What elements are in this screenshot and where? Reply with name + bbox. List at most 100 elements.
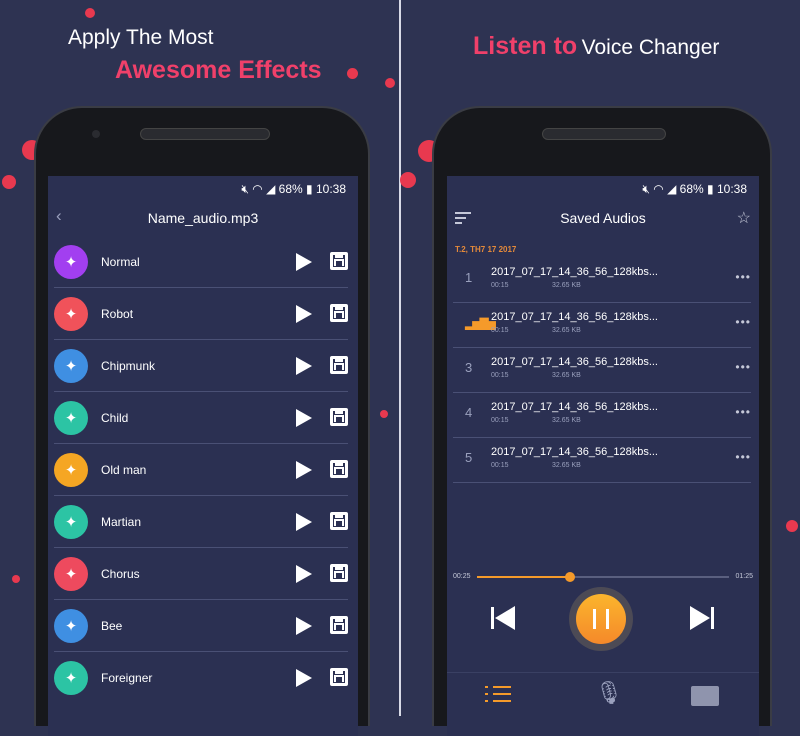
play-icon[interactable]	[296, 461, 312, 479]
effect-label: Robot	[101, 307, 134, 321]
star-icon[interactable]: ☆	[737, 208, 751, 228]
effect-row-old-man[interactable]: ✦ Old man	[54, 444, 348, 496]
more-options-icon[interactable]: •••	[735, 270, 751, 284]
save-icon[interactable]	[330, 460, 348, 478]
wifi-icon: ◠	[252, 182, 263, 196]
effect-label: Bee	[101, 619, 123, 633]
headline-rest: Voice Changer	[581, 36, 720, 59]
more-options-icon[interactable]: •••	[735, 360, 751, 374]
headline-line1: Apply The Most	[68, 26, 214, 49]
decor-dot	[400, 172, 416, 188]
audio-index: 4	[465, 405, 473, 420]
nav-divider	[447, 672, 759, 673]
row-divider	[453, 482, 751, 483]
save-icon[interactable]	[330, 616, 348, 634]
total-time: 01:25	[735, 573, 753, 580]
progress-knob[interactable]	[565, 572, 576, 582]
folder-icon[interactable]	[691, 686, 719, 706]
save-icon[interactable]	[330, 668, 348, 686]
wifi-icon: ◠	[653, 182, 664, 196]
audio-name: 2017_07_17_14_36_56_128kbs...	[491, 446, 658, 458]
save-icon[interactable]	[330, 408, 348, 426]
battery-level: 68%	[278, 182, 303, 196]
play-icon[interactable]	[296, 513, 312, 531]
audio-size: 32.65 KB	[552, 372, 581, 379]
audio-row[interactable]: 4 2017_07_17_14_36_56_128kbs... 00:15 32.…	[453, 393, 751, 438]
more-options-icon[interactable]: •••	[735, 450, 751, 464]
chipmunk-icon: ✦	[54, 349, 88, 383]
effect-row-martian[interactable]: ✦ Martian	[54, 496, 348, 548]
audio-name: 2017_07_17_14_36_56_128kbs...	[491, 401, 658, 413]
progress-slider[interactable]	[477, 572, 729, 582]
effect-row-child[interactable]: ✦ Child	[54, 392, 348, 444]
effect-row-bee[interactable]: ✦ Bee	[54, 600, 348, 652]
play-icon[interactable]	[296, 305, 312, 323]
decor-dot	[12, 575, 20, 583]
play-icon[interactable]	[296, 669, 312, 687]
save-icon[interactable]	[330, 512, 348, 530]
phone-frame-right: 🔇︎ ◠ ◢ 68% ▮ 10:38 Saved Audios ☆ T.2, T…	[432, 106, 772, 736]
audio-row[interactable]: 1 2017_07_17_14_36_56_128kbs... 00:15 32.…	[453, 258, 751, 303]
old-man-icon: ✦	[54, 453, 88, 487]
mute-icon: 🔇︎	[642, 182, 650, 196]
save-icon[interactable]	[330, 252, 348, 270]
martian-icon: ✦	[54, 505, 88, 539]
signal-icon: ◢	[266, 182, 276, 196]
effect-label: Chipmunk	[101, 359, 156, 373]
play-icon[interactable]	[296, 253, 312, 271]
pause-icon	[576, 594, 626, 644]
headline-accent: Listen to	[473, 32, 578, 60]
pause-button[interactable]	[569, 587, 633, 651]
battery-icon: ▮	[306, 182, 313, 196]
decor-dot	[786, 520, 798, 532]
mute-icon: 🔇︎	[241, 182, 249, 196]
robot-icon: ✦	[54, 297, 88, 331]
effect-row-normal[interactable]: ✦ Normal	[54, 236, 348, 288]
bee-icon: ✦	[54, 609, 88, 643]
more-options-icon[interactable]: •••	[735, 405, 751, 419]
effect-row-chipmunk[interactable]: ✦ Chipmunk	[54, 340, 348, 392]
child-icon: ✦	[54, 401, 88, 435]
audio-size: 32.65 KB	[552, 282, 581, 289]
effect-label: Old man	[101, 463, 147, 477]
panel-divider	[399, 0, 401, 716]
decor-dot	[385, 78, 395, 88]
screen-left: 🔇︎ ◠ ◢ 68% ▮ 10:38 ‹ Name_audio.mp3 ✦ No…	[48, 176, 358, 736]
play-icon[interactable]	[296, 617, 312, 635]
effect-row-foreigner[interactable]: ✦ Foreigner	[54, 652, 348, 704]
audio-duration: 00:15	[491, 327, 509, 334]
elapsed-time: 00:25	[453, 573, 471, 580]
equalizer-icon: ▂▅▇▅	[465, 316, 496, 330]
audio-duration: 00:15	[491, 462, 509, 469]
audio-row[interactable]: ▂▅▇▅ 2017_07_17_14_36_56_128kbs... 00:15 …	[453, 303, 751, 348]
more-options-icon[interactable]: •••	[735, 315, 751, 329]
audio-row[interactable]: 5 2017_07_17_14_36_56_128kbs... 00:15 32.…	[453, 438, 751, 483]
signal-icon: ◢	[667, 182, 677, 196]
audio-row[interactable]: 3 2017_07_17_14_36_56_128kbs... 00:15 32.…	[453, 348, 751, 393]
screen-right: 🔇︎ ◠ ◢ 68% ▮ 10:38 Saved Audios ☆ T.2, T…	[447, 176, 759, 736]
play-icon[interactable]	[296, 357, 312, 375]
status-bar: 🔇︎ ◠ ◢ 68% ▮ 10:38	[642, 182, 747, 197]
clock: 10:38	[716, 182, 747, 196]
progress-fill	[477, 576, 571, 578]
save-icon[interactable]	[330, 564, 348, 582]
audio-size: 32.65 KB	[552, 462, 581, 469]
play-icon[interactable]	[296, 565, 312, 583]
page-title: Saved Audios	[560, 210, 646, 226]
save-icon[interactable]	[330, 304, 348, 322]
audio-name: 2017_07_17_14_36_56_128kbs...	[491, 311, 658, 323]
chorus-icon: ✦	[54, 557, 88, 591]
effect-row-robot[interactable]: ✦ Robot	[54, 288, 348, 340]
decor-dot	[85, 8, 95, 18]
play-icon[interactable]	[296, 409, 312, 427]
effect-label: Chorus	[101, 567, 140, 581]
microphone-icon[interactable]: 🎙︎	[595, 680, 623, 706]
effect-row-chorus[interactable]: ✦ Chorus	[54, 548, 348, 600]
date-header: T.2, TH7 17 2017	[455, 245, 517, 254]
next-button[interactable]	[690, 606, 714, 630]
list-icon[interactable]	[485, 686, 511, 702]
save-icon[interactable]	[330, 356, 348, 374]
speaker-grille	[542, 128, 666, 140]
audio-name: 2017_07_17_14_36_56_128kbs...	[491, 356, 658, 368]
previous-button[interactable]	[491, 606, 515, 630]
